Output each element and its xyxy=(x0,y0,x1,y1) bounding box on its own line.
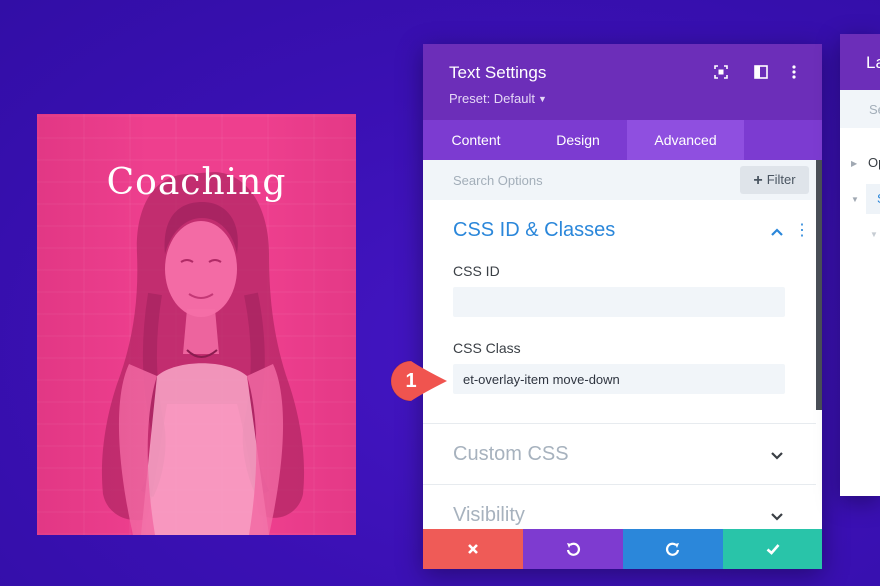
css-id-label: CSS ID xyxy=(453,263,500,279)
panel-title: Text Settings xyxy=(449,63,547,82)
cancel-button[interactable] xyxy=(423,529,523,569)
chevron-down-icon[interactable] xyxy=(770,450,784,460)
search-options-bar: Search Options + Filter xyxy=(423,160,816,200)
layers-search-input[interactable]: Se xyxy=(869,102,880,117)
css-class-field[interactable]: et-overlay-item move-down xyxy=(453,364,785,394)
divider xyxy=(423,484,816,485)
chevron-up-icon[interactable] xyxy=(770,227,784,237)
section-more-icon[interactable]: ⋮ xyxy=(794,223,810,239)
preset-dropdown[interactable]: Preset: Default ▼ xyxy=(449,91,547,106)
chevron-down-icon[interactable] xyxy=(770,511,784,521)
check-icon xyxy=(766,544,780,555)
redo-icon xyxy=(666,542,680,556)
tree-collapse-icon[interactable]: ▼ xyxy=(870,230,878,239)
tab-design[interactable]: Design xyxy=(529,120,627,160)
layers-panel: La Se ▶ Op ▼ S ▼ xyxy=(840,34,880,496)
plus-icon: + xyxy=(753,172,763,189)
panel-header: Text Settings Preset: Default ▼ xyxy=(423,44,822,120)
save-button[interactable] xyxy=(723,529,822,569)
css-class-label: CSS Class xyxy=(453,340,521,356)
step-callout: 1 xyxy=(389,359,459,403)
more-icon[interactable] xyxy=(786,64,802,80)
undo-button[interactable] xyxy=(523,529,623,569)
tree-collapse-icon[interactable]: ▼ xyxy=(851,195,859,204)
tree-expand-icon[interactable]: ▶ xyxy=(851,159,857,168)
search-options-input[interactable]: Search Options xyxy=(453,173,543,188)
divider xyxy=(423,423,816,424)
tab-advanced[interactable]: Advanced xyxy=(627,120,744,160)
panel-footer xyxy=(423,529,822,569)
preset-label: Preset: Default xyxy=(449,91,535,106)
visibility-section-title[interactable]: Visibility xyxy=(453,504,525,527)
css-section-title[interactable]: CSS ID & Classes xyxy=(453,219,615,242)
card-title: Coaching xyxy=(106,162,287,203)
layers-panel-title: La xyxy=(866,53,880,72)
scrollbar[interactable] xyxy=(816,160,822,410)
filter-button[interactable]: + Filter xyxy=(740,166,809,194)
close-icon xyxy=(468,544,478,554)
tree-item[interactable]: Op xyxy=(868,155,880,170)
fullscreen-icon[interactable] xyxy=(713,64,729,80)
tab-bar: Content Design Advanced xyxy=(423,120,822,160)
callout-number: 1 xyxy=(405,370,417,392)
redo-button[interactable] xyxy=(623,529,723,569)
tab-content[interactable]: Content xyxy=(423,120,529,160)
layers-panel-header: La xyxy=(840,34,880,90)
css-id-field[interactable] xyxy=(453,287,785,317)
coaching-card[interactable]: Coaching xyxy=(37,114,356,535)
custom-css-section-title[interactable]: Custom CSS xyxy=(453,443,569,466)
filter-label: Filter xyxy=(766,172,796,187)
split-view-icon[interactable] xyxy=(753,64,769,80)
text-settings-panel: Text Settings Preset: Default ▼ Content D… xyxy=(423,44,822,569)
css-class-value: et-overlay-item move-down xyxy=(463,372,620,387)
layers-search-bar[interactable]: Se xyxy=(840,90,880,128)
caret-down-icon: ▼ xyxy=(538,94,547,104)
undo-icon xyxy=(566,542,580,556)
